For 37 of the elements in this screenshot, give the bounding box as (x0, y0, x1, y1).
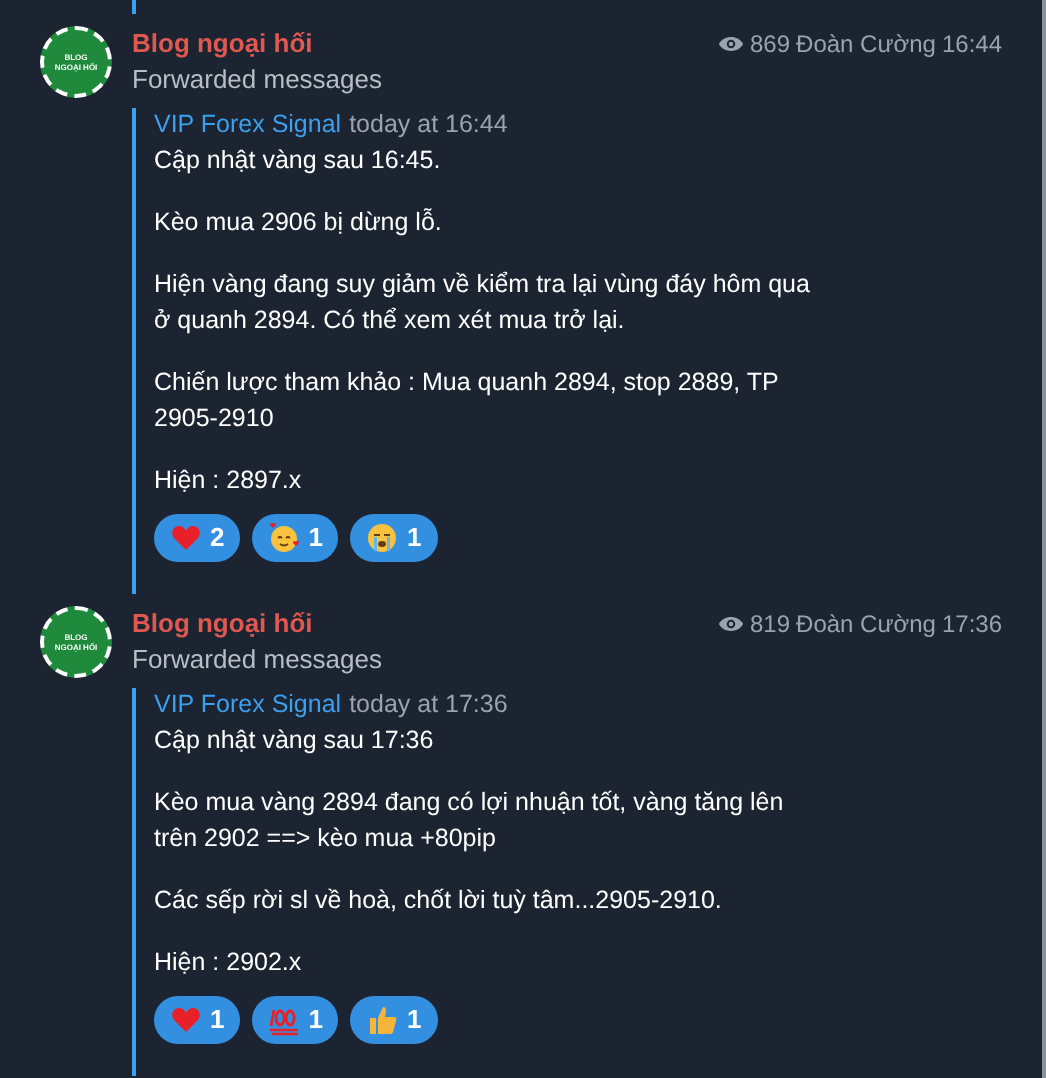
smiley-hearts-icon (268, 522, 301, 554)
forward-subtitle: Forwarded messages (132, 642, 384, 678)
reaction-button[interactable]: 1 (252, 996, 339, 1044)
reaction-button[interactable]: 1 (350, 514, 438, 562)
message-paragraph: Kèo mua vàng 2894 đang có lợi nhuận tốt, vàng tăng lên trên 2902 ==> kèo mua +80pip (154, 786, 786, 856)
eye-icon (718, 614, 744, 634)
forward-subtitle: Forwarded messages (132, 62, 384, 98)
message-paragraph: Hiện vàng đang suy giảm về kiểm tra lại vùng đáy hôm qua ở quanh 2894. Có thể xem xét mua trở lại. (154, 268, 812, 338)
view-count: 819 (750, 608, 791, 642)
message-paragraph: Chiến lược tham khảo : Mua quanh 2894, stop 2889, TP 2905-2910 (154, 366, 781, 436)
message-paragraph: Cập nhật vàng sau 16:45. (154, 144, 443, 178)
message-paragraph: Hiện : 2897.x (154, 464, 304, 498)
hundred-points-icon (268, 1004, 301, 1036)
reaction-button[interactable]: 1 (252, 514, 339, 562)
eye-icon (718, 34, 744, 54)
author-name: Đoàn Cường (796, 608, 936, 642)
message-time: 17:36 (941, 608, 1002, 642)
view-count: 869 (750, 28, 791, 62)
sender-name[interactable]: Blog ngoại hối (132, 26, 313, 62)
reaction-button[interactable]: 2 (154, 514, 241, 562)
forward-time: today at 16:44 (349, 108, 508, 142)
message-paragraph: Kèo mua 2906 bị dừng lỗ. (154, 206, 444, 240)
reaction-button[interactable]: 1 (154, 996, 241, 1044)
sender-name[interactable]: Blog ngoại hối (132, 606, 313, 642)
thumbs-up-icon (366, 1004, 399, 1036)
message-paragraph: Các sếp rời sl về hoà, chốt lời tuỳ tâm...2905-2910. (154, 884, 724, 918)
heart-icon (170, 1004, 202, 1036)
message-time: 16:44 (941, 28, 1002, 62)
forward-time: today at 17:36 (349, 688, 508, 722)
message-paragraph: Cập nhật vàng sau 17:36 (154, 724, 436, 758)
reaction-button[interactable]: 1 (350, 996, 438, 1044)
message-paragraph: Hiện : 2902.x (154, 946, 304, 980)
source-name[interactable]: VIP Forex Signal (154, 108, 342, 142)
heart-icon (170, 522, 202, 554)
source-name[interactable]: VIP Forex Signal (154, 688, 342, 722)
crying-face-icon (366, 522, 399, 554)
author-name: Đoàn Cường (796, 28, 936, 62)
